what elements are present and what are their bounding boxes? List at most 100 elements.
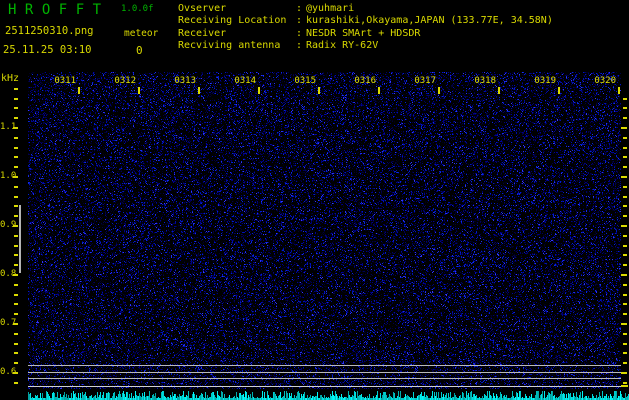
freq-minor-tick — [14, 147, 18, 149]
freq-minor-tick — [14, 117, 18, 119]
minute-tick — [498, 87, 500, 94]
minute-tick — [198, 87, 200, 94]
freq-tick-right — [623, 284, 627, 286]
freq-minor-tick — [14, 294, 18, 296]
freq-major-tick — [13, 225, 18, 227]
freq-minor-tick — [14, 352, 18, 354]
minute-tick — [378, 87, 380, 94]
freq-minor-tick — [14, 98, 18, 100]
freq-minor-tick — [14, 333, 18, 335]
freq-major-tick — [13, 176, 18, 178]
freq-tick-right — [623, 245, 627, 247]
freq-tick-right — [623, 107, 627, 109]
minute-tick — [78, 87, 80, 94]
freq-tick-label: 0.8 — [0, 269, 17, 279]
freq-minor-tick — [14, 313, 18, 315]
freq-minor-tick — [14, 343, 18, 345]
freq-tick-right — [621, 372, 627, 374]
freq-minor-tick — [14, 254, 18, 256]
output-filename: 2511250310.png — [5, 25, 94, 37]
freq-minor-tick — [14, 284, 18, 286]
freq-tick-right — [623, 156, 627, 158]
meteor-counter-value: 0 — [136, 44, 143, 57]
freq-minor-tick — [14, 107, 18, 109]
info-separator: : — [296, 28, 303, 39]
carrier-line — [28, 372, 621, 373]
info-value: @yuhmari — [306, 3, 355, 14]
freq-tick-right — [623, 137, 627, 139]
freq-minor-tick — [14, 166, 18, 168]
minute-tick-label: 0315 — [294, 76, 316, 86]
freq-major-tick — [13, 323, 18, 325]
freq-tick-right — [623, 294, 627, 296]
freq-tick-right — [623, 205, 627, 207]
freq-tick-right — [621, 127, 627, 129]
freq-tick-right — [623, 196, 627, 198]
freq-minor-tick — [14, 215, 18, 217]
minute-tick-label: 0319 — [534, 76, 556, 86]
minute-tick-label: 0313 — [174, 76, 196, 86]
carrier-line — [28, 378, 621, 379]
info-separator: : — [296, 3, 303, 14]
carrier-line — [28, 365, 621, 366]
freq-tick-right — [623, 343, 627, 345]
freq-tick-label: 0.7 — [0, 318, 17, 328]
minute-tick-label: 0314 — [234, 76, 256, 86]
freq-minor-tick — [14, 137, 18, 139]
minute-tick-label: 0312 — [114, 76, 136, 86]
info-value: NESDR SMArt + HDSDR — [306, 28, 421, 39]
freq-tick-right — [623, 98, 627, 100]
freq-tick-label: 1.1 — [0, 122, 17, 132]
freq-tick-right — [623, 333, 627, 335]
freq-tick-right — [623, 166, 627, 168]
info-row-antenna: Recviving antenna : Radix RY-62V — [178, 40, 378, 51]
baseline — [28, 386, 621, 387]
info-label: Recviving antenna — [178, 40, 281, 51]
observation-datetime: 25.11.25 03:10 — [3, 44, 92, 56]
app-title: HROFFT — [8, 2, 110, 18]
info-separator: : — [296, 40, 303, 51]
freq-tick-right — [623, 313, 627, 315]
freq-minor-tick — [14, 156, 18, 158]
freq-tick-right — [621, 323, 627, 325]
info-row-location: Receiving Location : kurashiki,Okayama,J… — [178, 15, 553, 26]
freq-tick-right — [623, 254, 627, 256]
freq-minor-tick — [14, 196, 18, 198]
freq-major-tick — [13, 127, 18, 129]
freq-tick-right — [623, 117, 627, 119]
minute-tick — [258, 87, 260, 94]
minute-tick — [558, 87, 560, 94]
app-version: 1.0.0f — [121, 4, 154, 14]
minute-tick-label: 0311 — [54, 76, 76, 86]
freq-minor-tick — [14, 382, 18, 384]
freq-tick-label: 0.6 — [0, 367, 17, 377]
freq-tick-right — [623, 186, 627, 188]
freq-tick-right — [621, 225, 627, 227]
freq-minor-tick — [14, 186, 18, 188]
freq-tick-label: 1.0 — [0, 171, 17, 181]
info-label: Ovserver — [178, 3, 227, 14]
info-separator: : — [296, 15, 303, 26]
freq-tick-label: 0.9 — [0, 220, 17, 230]
freq-tick-right — [623, 352, 627, 354]
freq-minor-tick — [14, 303, 18, 305]
freq-minor-tick — [14, 88, 18, 90]
info-label: Receiving Location — [178, 15, 287, 26]
echo-range-bar — [19, 205, 21, 273]
freq-minor-tick — [14, 235, 18, 237]
info-label: Receiver — [178, 28, 227, 39]
baseline-end-tick — [621, 385, 628, 387]
minute-tick — [318, 87, 320, 94]
freq-tick-right — [623, 303, 627, 305]
signal-level-canvas — [28, 389, 629, 400]
info-row-observer: Ovserver : @yuhmari — [178, 3, 354, 14]
minute-tick-label: 0316 — [354, 76, 376, 86]
hrofft-window: HROFFT 1.0.0f 2511250310.png meteor 0 25… — [0, 0, 629, 400]
freq-minor-tick — [14, 264, 18, 266]
freq-tick-right — [621, 274, 627, 276]
minute-tick-label: 0318 — [474, 76, 496, 86]
freq-tick-right — [623, 382, 627, 384]
freq-major-tick — [13, 274, 18, 276]
minute-tick — [438, 87, 440, 94]
freq-tick-right — [623, 264, 627, 266]
